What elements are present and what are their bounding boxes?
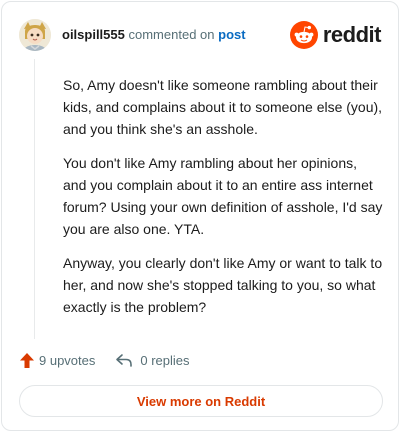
avatar-image [19,19,51,51]
username-link[interactable]: oilspill555 [62,27,125,42]
reddit-snoo-icon [289,21,318,49]
comment-paragraph: So, Amy doesn't like someone rambling ab… [63,77,383,137]
reply-count: 0 replies [140,352,190,368]
reddit-brand[interactable]: reddit [289,21,382,49]
upvote-arrow-icon [20,352,34,368]
view-more-button[interactable]: View more on Reddit [19,385,383,417]
comment-actions: 9 upvotes 0 replies [19,350,190,370]
avatar[interactable] [19,19,51,51]
reddit-wordmark: reddit [322,22,382,47]
upvote-button[interactable]: 9 upvotes [19,352,95,369]
reply-button[interactable]: 0 replies [115,352,190,368]
comment-meta: oilspill555 commented on post [62,27,246,43]
comment-paragraph: You don't like Amy rambling about her op… [63,155,383,237]
post-link[interactable]: post [218,27,245,42]
upvote-count: 9 upvotes [39,352,96,368]
comment-paragraph: Anyway, you clearly don't like Amy or wa… [63,255,383,315]
commented-on-text: commented on [128,27,215,42]
thread-line [34,59,35,339]
reply-arrow-icon [116,354,133,367]
comment-body: So, Amy doesn't like someone rambling ab… [63,74,383,330]
comment-header: oilspill555 commented on post reddit [19,19,382,51]
embedded-comment-card: oilspill555 commented on post reddit So,… [1,1,399,431]
